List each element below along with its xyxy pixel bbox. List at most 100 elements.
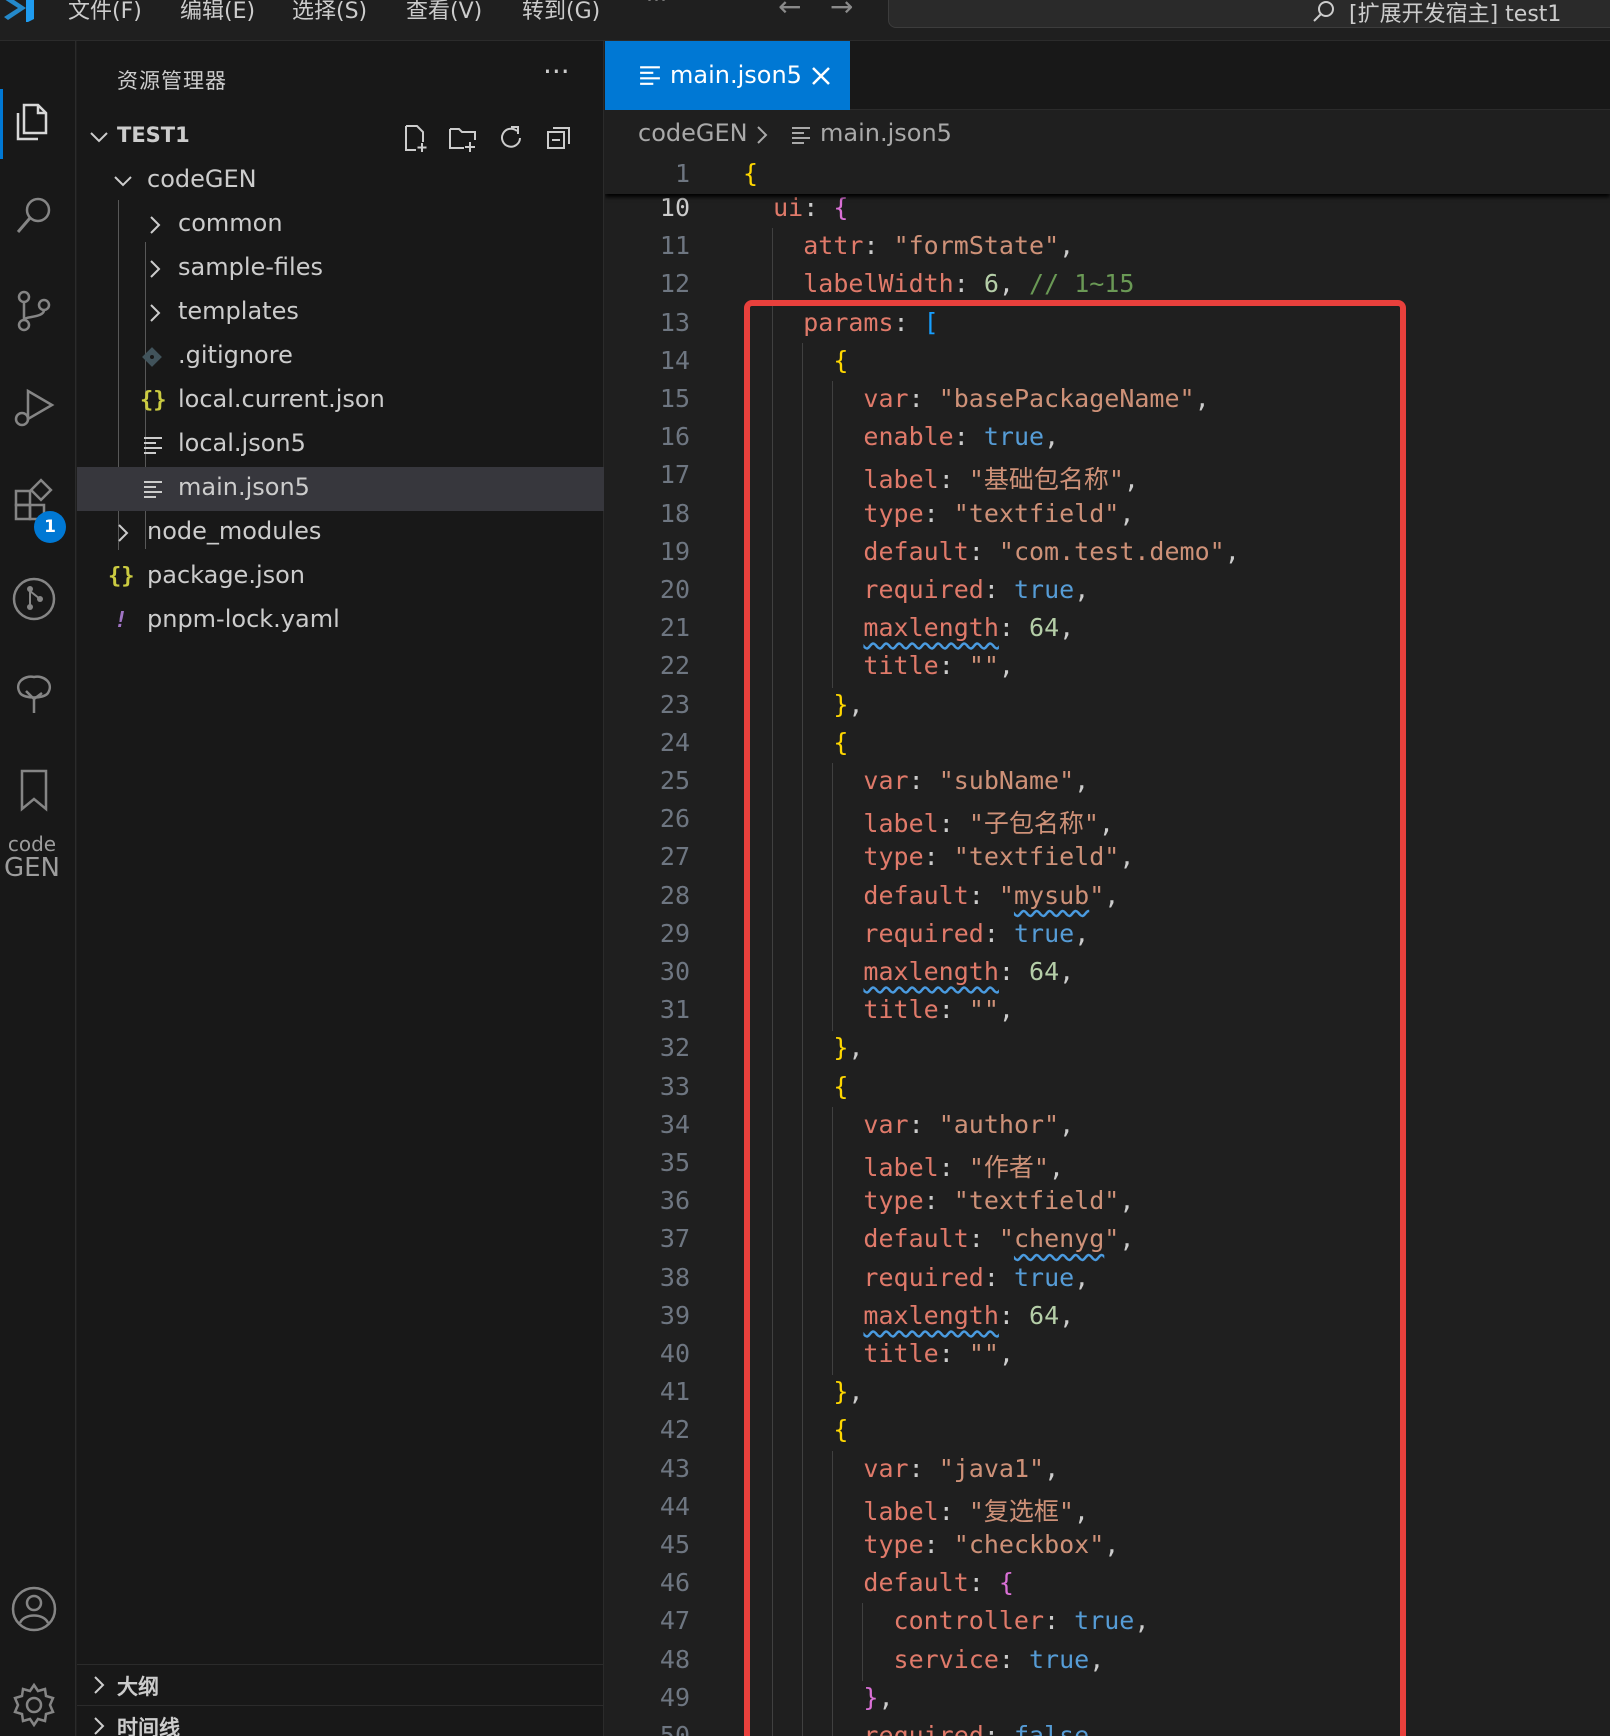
code-line[interactable]: 31 title: "", bbox=[605, 992, 1610, 1030]
menu-view[interactable]: 查看(V) bbox=[406, 0, 482, 25]
indent-guide bbox=[772, 1183, 774, 1223]
indent-guide bbox=[832, 495, 834, 535]
breadcrumb-folder[interactable]: codeGEN bbox=[638, 119, 748, 147]
search-icon[interactable] bbox=[4, 186, 64, 246]
code-line[interactable]: 44 label: "复选框", bbox=[605, 1489, 1610, 1527]
code-line[interactable]: 29 required: true, bbox=[605, 916, 1610, 954]
code-line[interactable]: 35 label: "作者", bbox=[605, 1145, 1610, 1183]
menu-edit[interactable]: 编辑(E) bbox=[180, 0, 255, 25]
code-line[interactable]: 38 required: true, bbox=[605, 1260, 1610, 1298]
code-line[interactable]: 48 service: true, bbox=[605, 1642, 1610, 1680]
indent-guide bbox=[832, 915, 834, 955]
code-line[interactable]: 10 ui: { bbox=[605, 190, 1610, 228]
code-line[interactable]: 15 var: "basePackageName", bbox=[605, 381, 1610, 419]
code-line[interactable]: 24 { bbox=[605, 725, 1610, 763]
workspace-header[interactable]: TEST1 bbox=[77, 115, 604, 159]
code-line[interactable]: 30 maxlength: 64, bbox=[605, 954, 1610, 992]
line-number: 24 bbox=[659, 727, 690, 757]
tree-item-main-json5[interactable]: main.json5 bbox=[77, 467, 604, 511]
account-icon[interactable] bbox=[4, 1579, 64, 1639]
tree-item-node-modules[interactable]: node_modules bbox=[77, 511, 604, 555]
codegen-label-bottom: GEN bbox=[3, 853, 61, 883]
tree-item-sample-files[interactable]: sample-files bbox=[77, 247, 604, 291]
tree-item-templates[interactable]: templates bbox=[77, 291, 604, 335]
tree-icon[interactable] bbox=[4, 665, 64, 725]
run-debug-icon[interactable] bbox=[4, 377, 64, 437]
back-arrow-icon[interactable]: ← bbox=[778, 0, 801, 23]
tree-item-local-current-json[interactable]: {} local.current.json bbox=[77, 379, 604, 423]
code-line[interactable]: 11 attr: "formState", bbox=[605, 228, 1610, 266]
code-line[interactable]: 20 required: true, bbox=[605, 572, 1610, 610]
menu-selection[interactable]: 选择(S) bbox=[292, 0, 367, 25]
code-line[interactable]: 43 var: "java1", bbox=[605, 1451, 1610, 1489]
code-line[interactable]: 50 required: false, bbox=[605, 1718, 1610, 1736]
code-line[interactable]: 36 type: "textfield", bbox=[605, 1183, 1610, 1221]
tree-item-codegen[interactable]: codeGEN bbox=[77, 159, 604, 203]
extensions-icon[interactable]: 1 bbox=[4, 473, 66, 543]
code-line[interactable]: 28 default: "mysub", bbox=[605, 878, 1610, 916]
tree-item-common[interactable]: common bbox=[77, 203, 604, 247]
code-line[interactable]: 27 type: "textfield", bbox=[605, 839, 1610, 877]
code-line[interactable]: 33 { bbox=[605, 1069, 1610, 1107]
code-line[interactable]: 46 default: { bbox=[605, 1565, 1610, 1603]
code-line[interactable]: 45 type: "checkbox", bbox=[605, 1527, 1610, 1565]
code-line[interactable]: 14 { bbox=[605, 343, 1610, 381]
code-line[interactable]: 21 maxlength: 64, bbox=[605, 610, 1610, 648]
code-line[interactable]: 13 params: [ bbox=[605, 305, 1610, 343]
code-text: label: "作者", bbox=[863, 1153, 1064, 1182]
tree-item-package-json[interactable]: {} package.json bbox=[77, 555, 604, 599]
explorer-icon[interactable] bbox=[4, 91, 64, 151]
git-graph-icon[interactable] bbox=[4, 569, 64, 629]
tree-item-label: local.json5 bbox=[178, 429, 306, 457]
tree-item-gitignore[interactable]: .gitignore bbox=[77, 335, 604, 379]
indent-guide bbox=[772, 342, 774, 382]
menu-more[interactable]: ··· bbox=[646, 0, 667, 13]
tree-item-pnpm-lock-yaml[interactable]: ! pnpm-lock.yaml bbox=[77, 599, 604, 643]
codegen-logo-icon[interactable]: code GEN bbox=[0, 834, 64, 882]
code-line[interactable]: 16 enable: true, bbox=[605, 419, 1610, 457]
active-indicator bbox=[0, 89, 3, 159]
code-line[interactable]: 12 labelWidth: 6, // 1~15 bbox=[605, 266, 1610, 304]
code-line[interactable]: 18 type: "textfield", bbox=[605, 496, 1610, 534]
tab-main-json5[interactable]: main.json5 bbox=[605, 41, 850, 110]
tree-item-label: .gitignore bbox=[178, 341, 293, 369]
vscode-logo-icon[interactable] bbox=[2, 0, 36, 22]
code-line[interactable]: 34 var: "author", bbox=[605, 1107, 1610, 1145]
menu-file[interactable]: 文件(F) bbox=[68, 0, 142, 25]
indent-guide bbox=[802, 1374, 804, 1414]
code-line[interactable]: 19 default: "com.test.demo", bbox=[605, 534, 1610, 572]
code-line[interactable]: 37 default: "chenyg", bbox=[605, 1221, 1610, 1259]
code-line[interactable]: 23 }, bbox=[605, 687, 1610, 725]
bookmark-icon[interactable] bbox=[4, 761, 64, 821]
title-bar: 文件(F) 编辑(E) 选择(S) 查看(V) 转到(G) ··· ← → [扩… bbox=[0, 0, 1610, 41]
new-folder-icon[interactable] bbox=[448, 123, 478, 153]
code-line[interactable]: 42 { bbox=[605, 1412, 1610, 1450]
forward-arrow-icon[interactable]: → bbox=[830, 0, 853, 23]
code-line[interactable]: 39 maxlength: 64, bbox=[605, 1298, 1610, 1336]
sticky-scroll-line[interactable]: 1 { bbox=[605, 160, 1610, 194]
breadcrumb-file[interactable]: main.json5 bbox=[820, 119, 952, 147]
code-line[interactable]: 32 }, bbox=[605, 1030, 1610, 1068]
code-line[interactable]: 22 title: "", bbox=[605, 648, 1610, 686]
close-icon[interactable] bbox=[810, 65, 832, 87]
timeline-panel-header[interactable]: 时间线 bbox=[77, 1706, 604, 1736]
settings-gear-icon[interactable] bbox=[4, 1675, 64, 1735]
command-center[interactable]: [扩展开发宿主] test1 bbox=[888, 0, 1610, 28]
tree-item-local-json5[interactable]: local.json5 bbox=[77, 423, 604, 467]
code-line[interactable]: 49 }, bbox=[605, 1680, 1610, 1718]
code-line[interactable]: 17 label: "基础包名称", bbox=[605, 457, 1610, 495]
code-line[interactable]: 40 title: "", bbox=[605, 1336, 1610, 1374]
outline-panel-header[interactable]: 大纲 bbox=[77, 1665, 604, 1705]
refresh-icon[interactable] bbox=[496, 123, 526, 153]
code-line[interactable]: 26 label: "子包名称", bbox=[605, 801, 1610, 839]
indent-guide bbox=[802, 1412, 804, 1452]
collapse-all-icon[interactable] bbox=[544, 123, 574, 153]
source-control-icon[interactable] bbox=[4, 281, 64, 341]
code-line[interactable]: 25 var: "subName", bbox=[605, 763, 1610, 801]
menu-go[interactable]: 转到(G) bbox=[522, 0, 600, 25]
code-editor[interactable]: 1 { 10 ui: {11 attr: "formState", 12 labe… bbox=[605, 160, 1610, 1736]
code-line[interactable]: 47 controller: true, bbox=[605, 1603, 1610, 1641]
new-file-icon[interactable] bbox=[400, 123, 430, 153]
sidebar-more-button[interactable]: ··· bbox=[543, 55, 570, 88]
code-line[interactable]: 41 }, bbox=[605, 1374, 1610, 1412]
